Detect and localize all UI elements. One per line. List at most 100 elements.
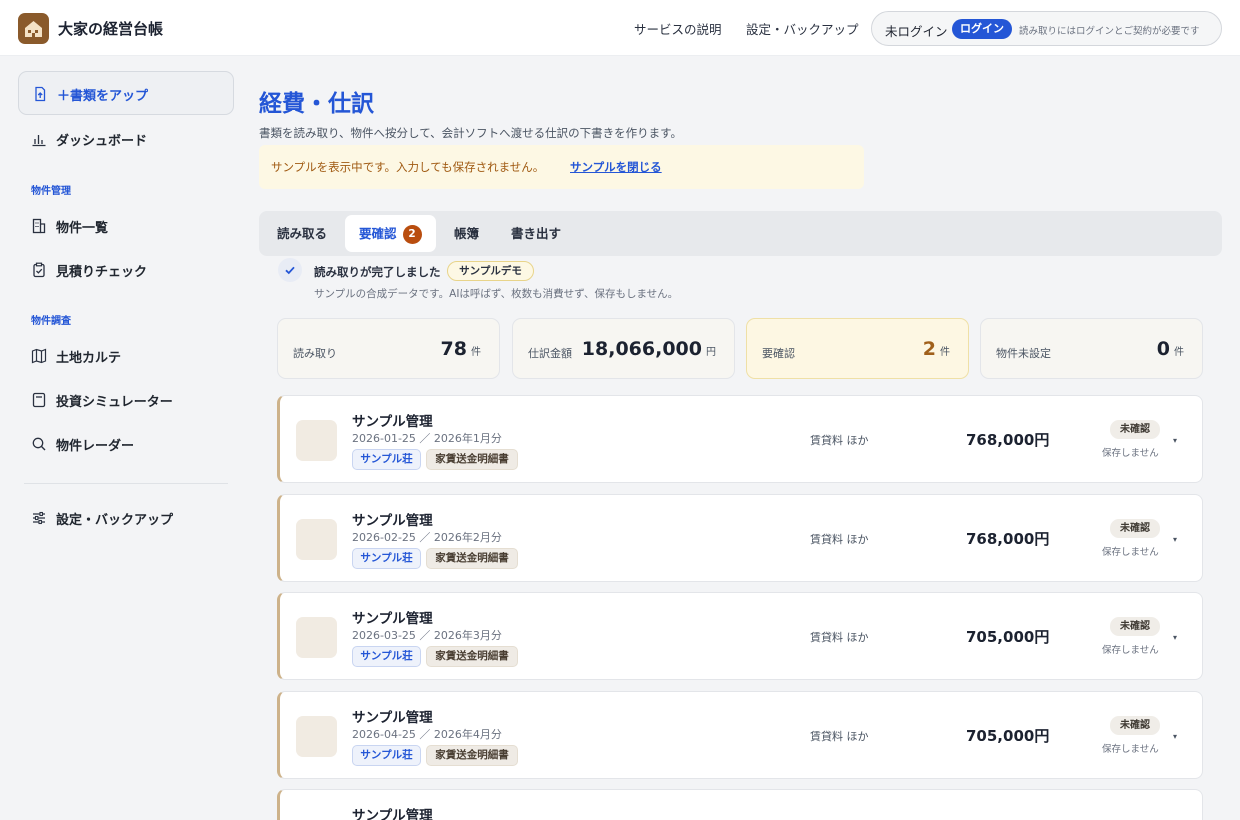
- sidebar-item-investment-simulator[interactable]: 投資シミュレーター: [18, 378, 234, 422]
- document-thumbnail[interactable]: [296, 519, 337, 560]
- sidebar-item-estimate-check[interactable]: 見積りチェック: [18, 248, 234, 292]
- document-thumbnail[interactable]: [296, 420, 337, 461]
- nav-service-description[interactable]: サービスの説明: [634, 19, 722, 38]
- property-tag[interactable]: サンプル荘: [352, 548, 421, 569]
- building-icon: [31, 218, 47, 234]
- nav-settings-backup[interactable]: 設定・バックアップ: [746, 19, 859, 38]
- sidebar-item-upload[interactable]: ＋書類をアップ: [18, 71, 234, 115]
- status-badge: 未確認: [1110, 716, 1160, 735]
- chevron-down-icon[interactable]: ▾: [1173, 732, 1177, 741]
- review-count-badge: 2: [402, 225, 422, 244]
- login-panel: 未ログイン ログイン 読み取りにはログインとご契約が必要です: [871, 11, 1222, 46]
- sample-notice: サンプルを表示中です。入力しても保存されません。 サンプルを閉じる: [259, 145, 864, 189]
- journal-row[interactable]: サンプル管理 2026-01-25 ／ 2026年1月分 サンプル荘 家賃送金明…: [277, 395, 1203, 483]
- stat-card-needs-review[interactable]: 要確認 2件: [746, 318, 969, 379]
- stat-unit: 円: [706, 347, 716, 358]
- login-status: 未ログイン: [885, 24, 948, 39]
- bar-chart-icon: [31, 131, 47, 147]
- notice-text: サンプルを表示中です。入力しても保存されません。: [271, 160, 545, 174]
- page-title: 経費・仕訳: [259, 91, 374, 117]
- sidebar-item-label: 見積りチェック: [56, 265, 148, 280]
- row-title: サンプル管理: [352, 808, 433, 820]
- sidebar-item-land-karte[interactable]: 土地カルテ: [18, 334, 234, 378]
- row-category: 賃貸料 ほか: [810, 434, 869, 447]
- sample-demo-badge: サンプルデモ: [447, 261, 534, 281]
- journal-row[interactable]: サンプル管理: [277, 789, 1203, 820]
- stat-number: 2: [922, 338, 936, 360]
- property-tag[interactable]: サンプル荘: [352, 646, 421, 667]
- stat-unit: 件: [1174, 347, 1184, 358]
- property-tag[interactable]: サンプル荘: [352, 449, 421, 470]
- login-button[interactable]: ログイン: [952, 19, 1012, 39]
- close-sample-link[interactable]: サンプルを閉じる: [570, 159, 662, 175]
- chevron-down-icon[interactable]: ▾: [1173, 436, 1177, 445]
- property-tag[interactable]: サンプル荘: [352, 745, 421, 766]
- journal-row[interactable]: サンプル管理 2026-04-25 ／ 2026年4月分 サンプル荘 家賃送金明…: [277, 691, 1203, 779]
- stat-label: 読み取り: [293, 347, 337, 360]
- tab-bar: 読み取る 要確認 2 帳簿 書き出す: [259, 211, 1222, 256]
- status-note: 保存しません: [1102, 547, 1159, 558]
- row-date: 2026-04-25 ／ 2026年4月分: [352, 728, 502, 741]
- page-description: 書類を読み取り、物件へ按分して、会計ソフトへ渡せる仕訳の下書きを作ります。: [259, 126, 682, 140]
- clipboard-check-icon: [31, 262, 47, 278]
- stat-value: 2件: [923, 338, 950, 360]
- sidebar-divider: [24, 483, 228, 484]
- sidebar-item-dashboard[interactable]: ダッシュボード: [18, 117, 234, 161]
- stat-unit: 件: [940, 347, 950, 358]
- tab-read[interactable]: 読み取る: [277, 215, 327, 252]
- document-thumbnail[interactable]: [296, 716, 337, 757]
- stat-number: 0: [1156, 338, 1170, 360]
- sidebar-item-property-list[interactable]: 物件一覧: [18, 204, 234, 248]
- row-date: 2026-01-25 ／ 2026年1月分: [352, 432, 502, 445]
- sidebar-heading-property-mgmt: 物件管理: [31, 186, 71, 197]
- row-category: 賃貸料 ほか: [810, 533, 869, 546]
- stat-value: 0件: [1157, 338, 1184, 360]
- sidebar-item-label: 物件一覧: [56, 221, 109, 236]
- status-badge: 未確認: [1110, 617, 1160, 636]
- row-category: 賃貸料 ほか: [810, 730, 869, 743]
- stat-number: 78: [440, 338, 467, 360]
- tab-ledger[interactable]: 帳簿: [454, 215, 479, 252]
- row-title: サンプル管理: [352, 513, 433, 529]
- document-type-tag: 家賃送金明細書: [426, 646, 518, 667]
- row-title: サンプル管理: [352, 710, 433, 726]
- stat-card-no-property: 物件未設定 0件: [980, 318, 1203, 379]
- stat-unit: 件: [471, 347, 481, 358]
- app-title[interactable]: 大家の経営台帳: [58, 18, 163, 39]
- status-badge: 未確認: [1110, 420, 1160, 439]
- login-note: 読み取りにはログインとご契約が必要です: [1019, 26, 1200, 37]
- chevron-down-icon[interactable]: ▾: [1173, 633, 1177, 642]
- journal-row[interactable]: サンプル管理 2026-02-25 ／ 2026年2月分 サンプル荘 家賃送金明…: [277, 494, 1203, 582]
- row-amount: 705,000円: [966, 727, 1050, 745]
- document-thumbnail[interactable]: [296, 617, 337, 658]
- document-type-tag: 家賃送金明細書: [426, 548, 518, 569]
- sidebar-item-property-radar[interactable]: 物件レーダー: [18, 422, 234, 466]
- stat-value: 18,066,000 円: [582, 338, 716, 360]
- house-logo-icon[interactable]: [18, 13, 49, 44]
- stat-value: 78 件: [441, 338, 481, 360]
- sidebar-item-label: ダッシュボード: [56, 134, 148, 149]
- sidebar-item-label: 投資シミュレーター: [56, 395, 173, 410]
- sidebar-item-settings[interactable]: 設定・バックアップ: [18, 496, 234, 540]
- stat-label: 物件未設定: [996, 347, 1051, 360]
- chevron-down-icon[interactable]: ▾: [1173, 535, 1177, 544]
- sidebar-heading-property-survey: 物件調査: [31, 316, 71, 327]
- search-icon: [31, 436, 47, 452]
- stat-card-amount: 仕訳金額 18,066,000 円: [512, 318, 735, 379]
- stat-label: 仕訳金額: [528, 347, 572, 360]
- tab-label: 要確認: [359, 226, 397, 241]
- sidebar-item-label: ＋書類をアップ: [57, 89, 149, 104]
- file-upload-icon: [32, 86, 48, 102]
- map-icon: [31, 348, 47, 364]
- tab-export[interactable]: 書き出す: [511, 215, 561, 252]
- checkmark-icon: [278, 258, 302, 282]
- journal-row[interactable]: サンプル管理 2026-03-25 ／ 2026年3月分 サンプル荘 家賃送金明…: [277, 592, 1203, 680]
- row-title: サンプル管理: [352, 611, 433, 627]
- status-note: 保存しません: [1102, 645, 1159, 656]
- sidebar-item-label: 物件レーダー: [56, 439, 135, 454]
- row-category: 賃貸料 ほか: [810, 631, 869, 644]
- sidebar-item-label: 設定・バックアップ: [56, 513, 174, 528]
- stat-label: 要確認: [762, 347, 795, 360]
- tab-needs-review[interactable]: 要確認 2: [345, 215, 436, 252]
- top-bar: 大家の経営台帳 サービスの説明 設定・バックアップ 未ログイン ログイン 読み取…: [0, 0, 1240, 56]
